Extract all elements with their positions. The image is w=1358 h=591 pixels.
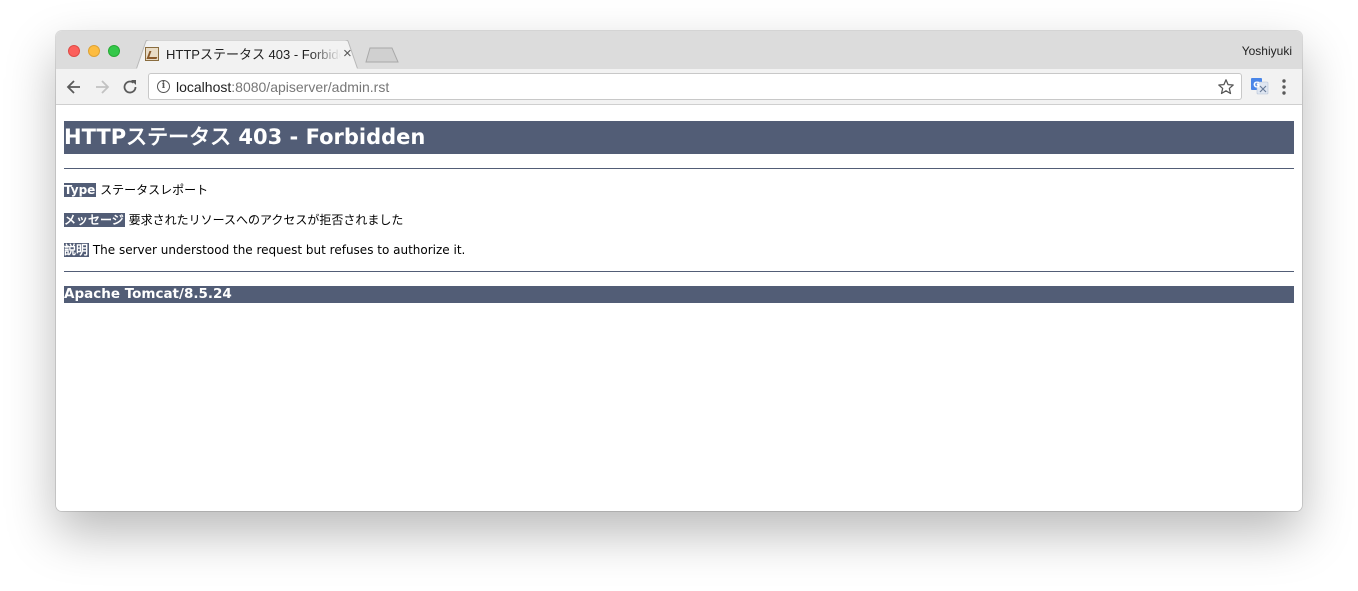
page-title: HTTPステータス 403 - Forbidden	[64, 121, 1294, 154]
divider-top	[64, 168, 1294, 169]
type-row: Type ステータスレポート	[64, 182, 208, 198]
close-window-icon[interactable]	[68, 45, 80, 57]
back-icon[interactable]	[64, 77, 84, 97]
page-content: HTTPステータス 403 - Forbidden Type ステータスレポート…	[56, 105, 1302, 511]
translate-icon[interactable]: G	[1251, 77, 1269, 95]
description-row: 説明 The server understood the request but…	[64, 242, 465, 258]
forward-icon[interactable]	[92, 77, 112, 97]
tab-active[interactable]: HTTPステータス 403 - Forbidden ×	[136, 40, 358, 70]
minimize-window-icon[interactable]	[88, 45, 100, 57]
toolbar: i localhost:8080/apiserver/admin.rst G	[56, 69, 1302, 105]
url-host: localhost	[176, 79, 232, 95]
reload-icon[interactable]	[120, 77, 140, 97]
server-footer: Apache Tomcat/8.5.24	[64, 286, 1294, 303]
browser-window: HTTPステータス 403 - Forbidden × Yoshiyuki i …	[56, 31, 1302, 511]
message-value: 要求されたリソースへのアクセスが拒否されました	[128, 213, 404, 227]
url-text[interactable]: localhost:8080/apiserver/admin.rst	[176, 79, 389, 95]
title-bar: HTTPステータス 403 - Forbidden × Yoshiyuki	[56, 31, 1302, 70]
maximize-window-icon[interactable]	[108, 45, 120, 57]
address-bar[interactable]: i localhost:8080/apiserver/admin.rst	[148, 73, 1242, 100]
message-row: メッセージ 要求されたリソースへのアクセスが拒否されました	[64, 212, 403, 228]
type-label: Type	[64, 183, 97, 197]
svg-text:G: G	[1253, 81, 1260, 90]
type-value: ステータスレポート	[100, 183, 209, 197]
new-tab-icon[interactable]	[365, 47, 399, 63]
message-label: メッセージ	[64, 213, 125, 227]
divider-bottom	[64, 271, 1294, 272]
tab-title: HTTPステータス 403 - Forbidden	[166, 47, 341, 62]
tab-close-icon[interactable]: ×	[343, 46, 352, 62]
bookmark-star-icon[interactable]	[1217, 78, 1235, 96]
menu-icon[interactable]	[1278, 78, 1290, 96]
info-icon[interactable]: i	[157, 80, 170, 93]
tab-favicon	[145, 47, 159, 61]
description-label: 説明	[64, 243, 90, 257]
description-value: The server understood the request but re…	[92, 243, 466, 257]
url-path: :8080/apiserver/admin.rst	[231, 79, 390, 95]
profile-name[interactable]: Yoshiyuki	[1242, 44, 1292, 58]
